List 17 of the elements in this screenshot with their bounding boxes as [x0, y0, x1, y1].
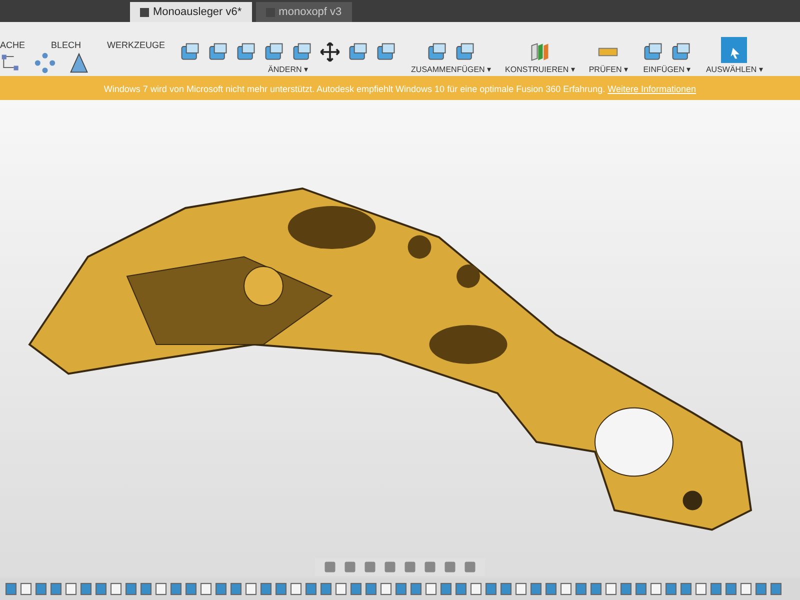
- workspace-tab[interactable]: WERKZEUGE: [107, 40, 166, 50]
- pyramid-icon[interactable]: [68, 52, 90, 74]
- banner-message: Windows 7 wird von Microsoft nicht mehr unterstützt. Autodesk empfiehlt Windows 10 für eine optimale Fusion 360 Erfahrung. Weitere Informationen: [104, 84, 696, 94]
- document-tab[interactable]: monoxopf v3: [256, 2, 352, 22]
- plane-icon[interactable]: [528, 41, 551, 63]
- toolbar-group-menu[interactable]: AUSWÄHLEN ▾: [706, 65, 763, 74]
- pattern-icon[interactable]: [34, 52, 56, 74]
- toolbar-group-menu[interactable]: PRÜFEN ▾: [588, 65, 628, 74]
- toolbar-group-menu[interactable]: ZUSAMMENFÜGEN ▾: [411, 65, 492, 74]
- toolbar-group-menu[interactable]: KONSTRUIEREN ▾: [505, 65, 575, 74]
- toolbar-group-menu[interactable]: ÄNDERN ▾: [268, 65, 308, 74]
- document-tab[interactable]: Monoausleger v6*: [130, 2, 252, 22]
- workspace-tab[interactable]: ACHE: [0, 40, 26, 50]
- cursor-icon[interactable]: [721, 37, 748, 63]
- workspace-tab[interactable]: BLECH: [51, 40, 82, 50]
- move-icon[interactable]: [319, 41, 342, 63]
- toolbar-group-menu[interactable]: EINFÜGEN ▾: [643, 65, 691, 74]
